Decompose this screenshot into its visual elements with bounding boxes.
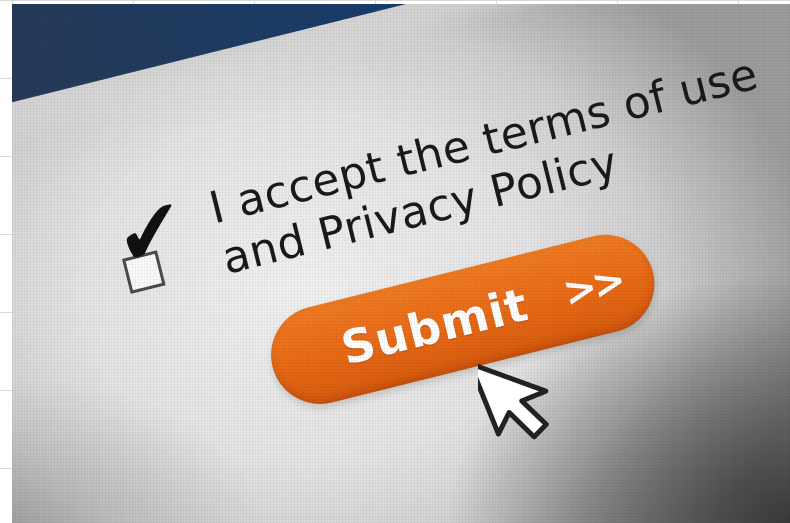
screenshot-frame: ✔ I accept the terms of use and Privacy … <box>0 0 790 523</box>
chevron-right-icon: >> <box>558 257 627 317</box>
terms-label: I accept the terms of use and Privacy Po… <box>205 49 776 286</box>
mouse-pointer-icon <box>478 361 549 440</box>
monitor-photo: ✔ I accept the terms of use and Privacy … <box>12 4 790 523</box>
consent-form: ✔ I accept the terms of use and Privacy … <box>113 49 767 511</box>
checkmark-icon: ✔ <box>112 178 188 288</box>
